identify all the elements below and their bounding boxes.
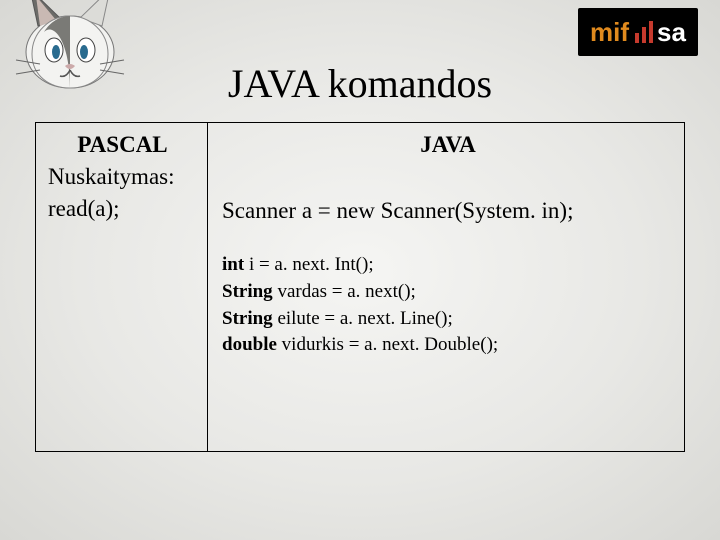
java-code-line: String eilute = a. next. Line(); bbox=[222, 306, 674, 333]
pascal-header: PASCAL bbox=[48, 129, 197, 161]
java-code-line: String vardas = a. next(); bbox=[222, 279, 674, 306]
logo-bars-icon bbox=[635, 21, 653, 43]
java-header: JAVA bbox=[222, 129, 674, 161]
pascal-line: Nuskaitymas: bbox=[48, 161, 197, 193]
pascal-column: PASCAL Nuskaitymas: read(a); bbox=[36, 123, 208, 451]
comparison-table: PASCAL Nuskaitymas: read(a); JAVA Scanne… bbox=[35, 122, 685, 452]
cat-image bbox=[10, 0, 130, 92]
java-column: JAVA Scanner a = new Scanner(System. in)… bbox=[208, 123, 684, 451]
java-code-line: double vidurkis = a. next. Double(); bbox=[222, 332, 674, 359]
java-code-block: int i = a. next. Int(); String vardas = … bbox=[222, 252, 674, 358]
java-code-line: int i = a. next. Int(); bbox=[222, 252, 674, 279]
java-scanner-line: Scanner a = new Scanner(System. in); bbox=[222, 195, 674, 227]
logo-sa: sa bbox=[657, 17, 686, 48]
logo-mif: mif bbox=[590, 17, 629, 48]
pascal-line: read(a); bbox=[48, 193, 197, 225]
mifsa-logo: mif sa bbox=[578, 8, 698, 56]
